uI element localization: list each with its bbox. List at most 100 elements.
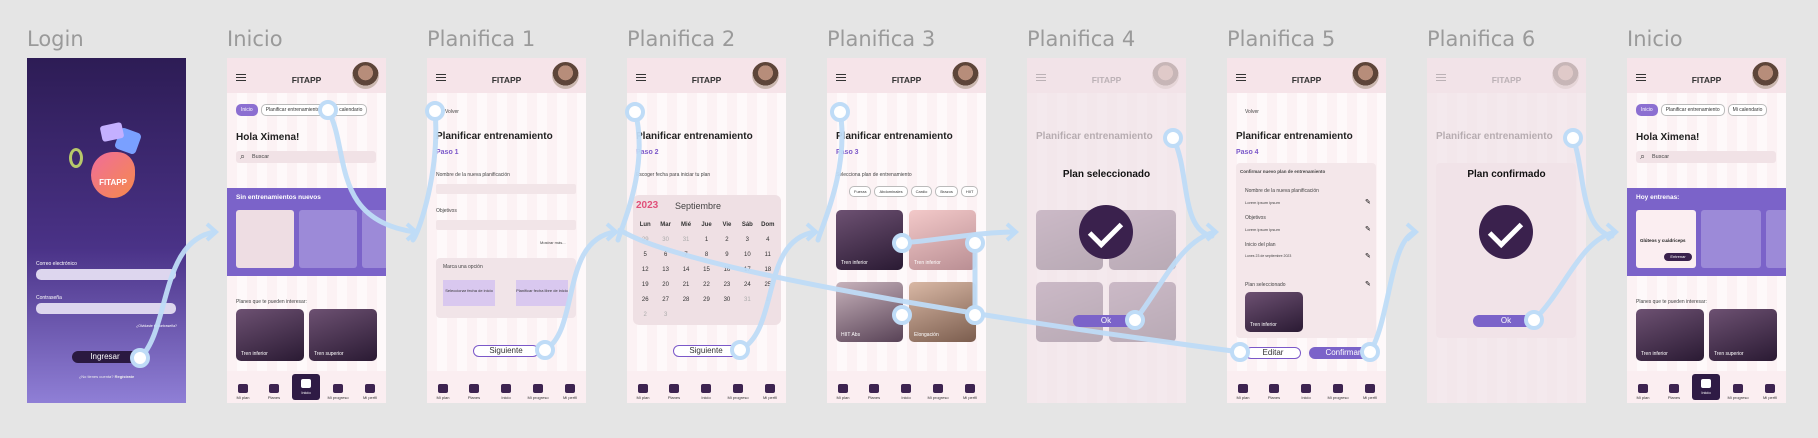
option-start-date[interactable]: Seleccionar fecha de inicio (443, 280, 495, 306)
calendar-day[interactable]: 21 (676, 282, 696, 288)
calendar-day[interactable]: 9 (717, 252, 737, 258)
plan-card[interactable]: Tren superior (309, 309, 377, 361)
goals-input[interactable] (436, 220, 576, 230)
nav-inicio[interactable]: Inicio (492, 384, 520, 400)
avatar[interactable] (1352, 62, 1379, 89)
calendar-day[interactable]: 8 (696, 252, 716, 258)
calendar-day[interactable]: 30 (655, 237, 675, 243)
filter-chip[interactable]: Brazos (935, 186, 958, 197)
next-button[interactable]: Siguiente (473, 345, 539, 357)
calendar-day[interactable]: 5 (635, 252, 655, 258)
nav-mi-plan[interactable]: Mi plan (829, 384, 857, 400)
nav-mi-plan[interactable]: Mi plan (629, 384, 657, 400)
nav-planes[interactable]: Planes (1260, 384, 1288, 400)
plan-card[interactable]: HIIT Abs (836, 282, 903, 342)
nav-inicio[interactable]: Inicio (1292, 384, 1320, 400)
calendar-day[interactable]: 17 (737, 267, 757, 273)
nav-mi-plan[interactable]: Mi plan (1229, 384, 1257, 400)
calendar-day[interactable]: 25 (758, 282, 778, 288)
avatar[interactable] (1752, 62, 1779, 89)
nav-mi-perfil[interactable]: Mi perfil (356, 384, 384, 400)
nav-planes[interactable]: Planes (1660, 384, 1688, 400)
nav-planes[interactable]: Planes (660, 384, 688, 400)
confirm-button[interactable]: Confirmar (1309, 347, 1377, 359)
register-link[interactable]: Regístrate (115, 374, 135, 379)
plan-card[interactable]: Tren inferior (236, 309, 304, 361)
email-field[interactable] (36, 269, 176, 280)
nav-mi-progreso[interactable]: Mi progreso (524, 384, 552, 400)
ok-button[interactable]: Ok (1073, 315, 1139, 327)
avatar[interactable] (552, 62, 579, 89)
calendar-day[interactable]: 11 (758, 252, 778, 258)
chip-calendario[interactable]: Mi calendario (1727, 104, 1768, 116)
calendar-day[interactable]: 30 (717, 297, 737, 303)
next-button[interactable]: Siguiente (673, 345, 739, 357)
plan-card[interactable]: Elongación (909, 282, 976, 342)
nav-planes[interactable]: Planes (460, 384, 488, 400)
calendar-day[interactable]: 2 (635, 312, 655, 318)
chip-planificar[interactable]: Planificar entrenamiento (1660, 104, 1725, 116)
calendar-day[interactable]: 2 (717, 237, 737, 243)
edit-button[interactable]: Editar (1245, 347, 1301, 359)
calendar-day[interactable]: 14 (676, 267, 696, 273)
ok-button[interactable]: Ok (1473, 315, 1539, 327)
nav-inicio[interactable]: Inicio (1692, 374, 1720, 400)
nav-planes[interactable]: Planes (860, 384, 888, 400)
nav-mi-perfil[interactable]: Mi perfil (556, 384, 584, 400)
edit-icon[interactable]: ✎ (1365, 252, 1371, 260)
avatar[interactable] (952, 62, 979, 89)
nav-mi-perfil[interactable]: Mi perfil (1356, 384, 1384, 400)
calendar-day[interactable]: 29 (696, 297, 716, 303)
filter-chip[interactable]: HIIT (960, 186, 979, 197)
calendar-day[interactable]: 12 (635, 267, 655, 273)
nav-inicio[interactable]: Inicio (692, 384, 720, 400)
avatar[interactable] (752, 62, 779, 89)
nav-inicio[interactable]: Inicio (292, 374, 320, 400)
plan-card[interactable]: Tren inferior (836, 210, 903, 270)
see-more-link[interactable]: Mostrar más... (540, 240, 566, 245)
option-free-date[interactable]: Planificar fecha libre de inicio (516, 280, 568, 306)
nav-mi-progreso[interactable]: Mi progreso (324, 384, 352, 400)
calendar-day[interactable]: 3 (655, 312, 675, 318)
calendar-day[interactable]: 10 (737, 252, 757, 258)
edit-icon[interactable]: ✎ (1365, 198, 1371, 206)
search-input[interactable]: Buscar (236, 151, 376, 163)
calendar-day[interactable]: 1 (696, 237, 716, 243)
calendar-day[interactable]: 28 (676, 297, 696, 303)
calendar-day[interactable]: 27 (655, 297, 675, 303)
calendar-day[interactable]: 29 (635, 237, 655, 243)
filter-chip[interactable]: Fuerza (849, 186, 872, 197)
nav-planes[interactable]: Planes (260, 384, 288, 400)
today-card[interactable]: Glúteos y cuádriceps Entrenar (1636, 210, 1696, 268)
nav-mi-progreso[interactable]: Mi progreso (1324, 384, 1352, 400)
calendar-day[interactable]: 3 (737, 237, 757, 243)
train-button[interactable]: Entrenar (1664, 253, 1692, 261)
forgot-password-link[interactable]: ¿Olvidaste tu contraseña? (136, 324, 177, 328)
nav-mi-perfil[interactable]: Mi perfil (1756, 384, 1784, 400)
edit-icon[interactable]: ✎ (1365, 280, 1371, 288)
search-input[interactable]: Buscar (1636, 151, 1776, 163)
avatar[interactable] (352, 62, 379, 89)
calendar-day[interactable]: 4 (758, 237, 778, 243)
calendar-day[interactable]: 6 (655, 252, 675, 258)
calendar-day[interactable]: 23 (717, 282, 737, 288)
calendar-day[interactable]: 20 (655, 282, 675, 288)
chip-calendario[interactable]: Mi calendario (327, 104, 368, 116)
nav-mi-perfil[interactable]: Mi perfil (956, 384, 984, 400)
calendar-day[interactable]: 24 (737, 282, 757, 288)
back-link[interactable]: Volver (1245, 109, 1259, 115)
filter-chip[interactable]: Cardio (910, 186, 933, 197)
password-field[interactable] (36, 303, 176, 314)
calendar-day[interactable]: 31 (737, 297, 757, 303)
login-button[interactable]: Ingresar (72, 351, 138, 363)
nav-mi-progreso[interactable]: Mi progreso (1724, 384, 1752, 400)
nav-mi-progreso[interactable]: Mi progreso (924, 384, 952, 400)
nav-mi-progreso[interactable]: Mi progreso (724, 384, 752, 400)
calendar-day[interactable]: 7 (676, 252, 696, 258)
calendar-day[interactable]: 31 (676, 237, 696, 243)
back-link[interactable]: Volver (445, 109, 459, 115)
calendar-day[interactable]: 1 (758, 297, 778, 303)
nav-inicio[interactable]: Inicio (892, 384, 920, 400)
calendar-day[interactable]: 26 (635, 297, 655, 303)
calendar-day[interactable]: 19 (635, 282, 655, 288)
